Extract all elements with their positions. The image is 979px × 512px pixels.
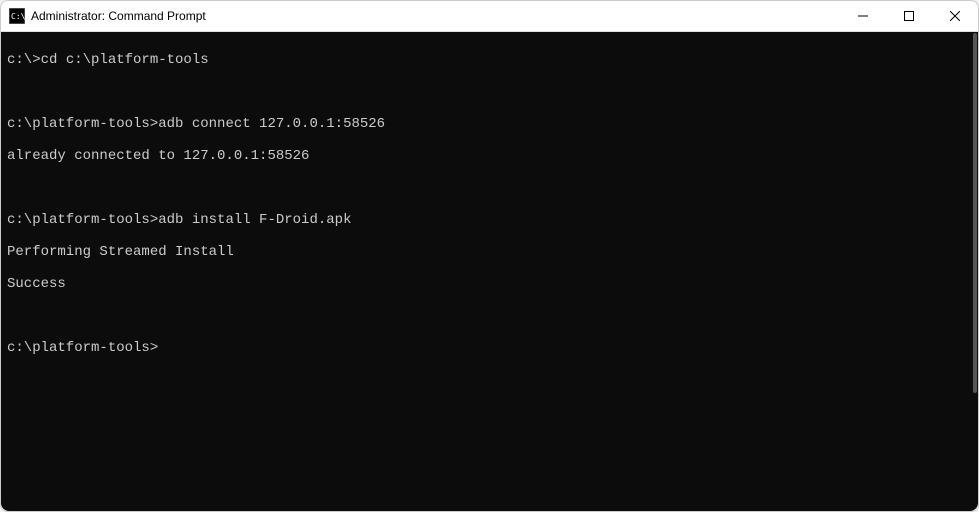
terminal-line: c:\platform-tools>	[7, 340, 972, 356]
prompt: c:\platform-tools>	[7, 116, 158, 132]
terminal-body[interactable]: c:\>cd c:\platform-tools c:\platform-too…	[1, 32, 978, 511]
terminal-line: c:\>cd c:\platform-tools	[7, 52, 972, 68]
terminal-line: Performing Streamed Install	[7, 244, 972, 260]
close-button[interactable]	[932, 1, 978, 31]
terminal-line	[7, 84, 972, 100]
terminal-line: Success	[7, 276, 972, 292]
prompt: c:\platform-tools>	[7, 340, 158, 356]
command: cd c:\platform-tools	[41, 52, 209, 68]
minimize-button[interactable]	[840, 1, 886, 31]
titlebar[interactable]: C:\ Administrator: Command Prompt	[1, 1, 978, 32]
prompt: c:\platform-tools>	[7, 212, 158, 228]
command: adb install F-Droid.apk	[158, 212, 351, 228]
cmd-icon: C:\	[9, 8, 25, 24]
terminal-line	[7, 308, 972, 324]
terminal-line	[7, 180, 972, 196]
terminal-line: c:\platform-tools>adb connect 127.0.0.1:…	[7, 116, 972, 132]
prompt: c:\>	[7, 52, 41, 68]
svg-text:C:\: C:\	[11, 12, 25, 21]
output: already connected to 127.0.0.1:58526	[7, 148, 309, 164]
maximize-button[interactable]	[886, 1, 932, 31]
terminal-line: c:\platform-tools>adb install F-Droid.ap…	[7, 212, 972, 228]
window-controls	[840, 1, 978, 31]
output: Success	[7, 276, 66, 292]
output: Performing Streamed Install	[7, 244, 234, 260]
scrollbar-thumb[interactable]	[973, 33, 977, 393]
command-prompt-window: C:\ Administrator: Command Prompt c:\>cd…	[0, 0, 979, 512]
command: adb connect 127.0.0.1:58526	[158, 116, 385, 132]
window-title: Administrator: Command Prompt	[31, 9, 840, 23]
terminal-line: already connected to 127.0.0.1:58526	[7, 148, 972, 164]
